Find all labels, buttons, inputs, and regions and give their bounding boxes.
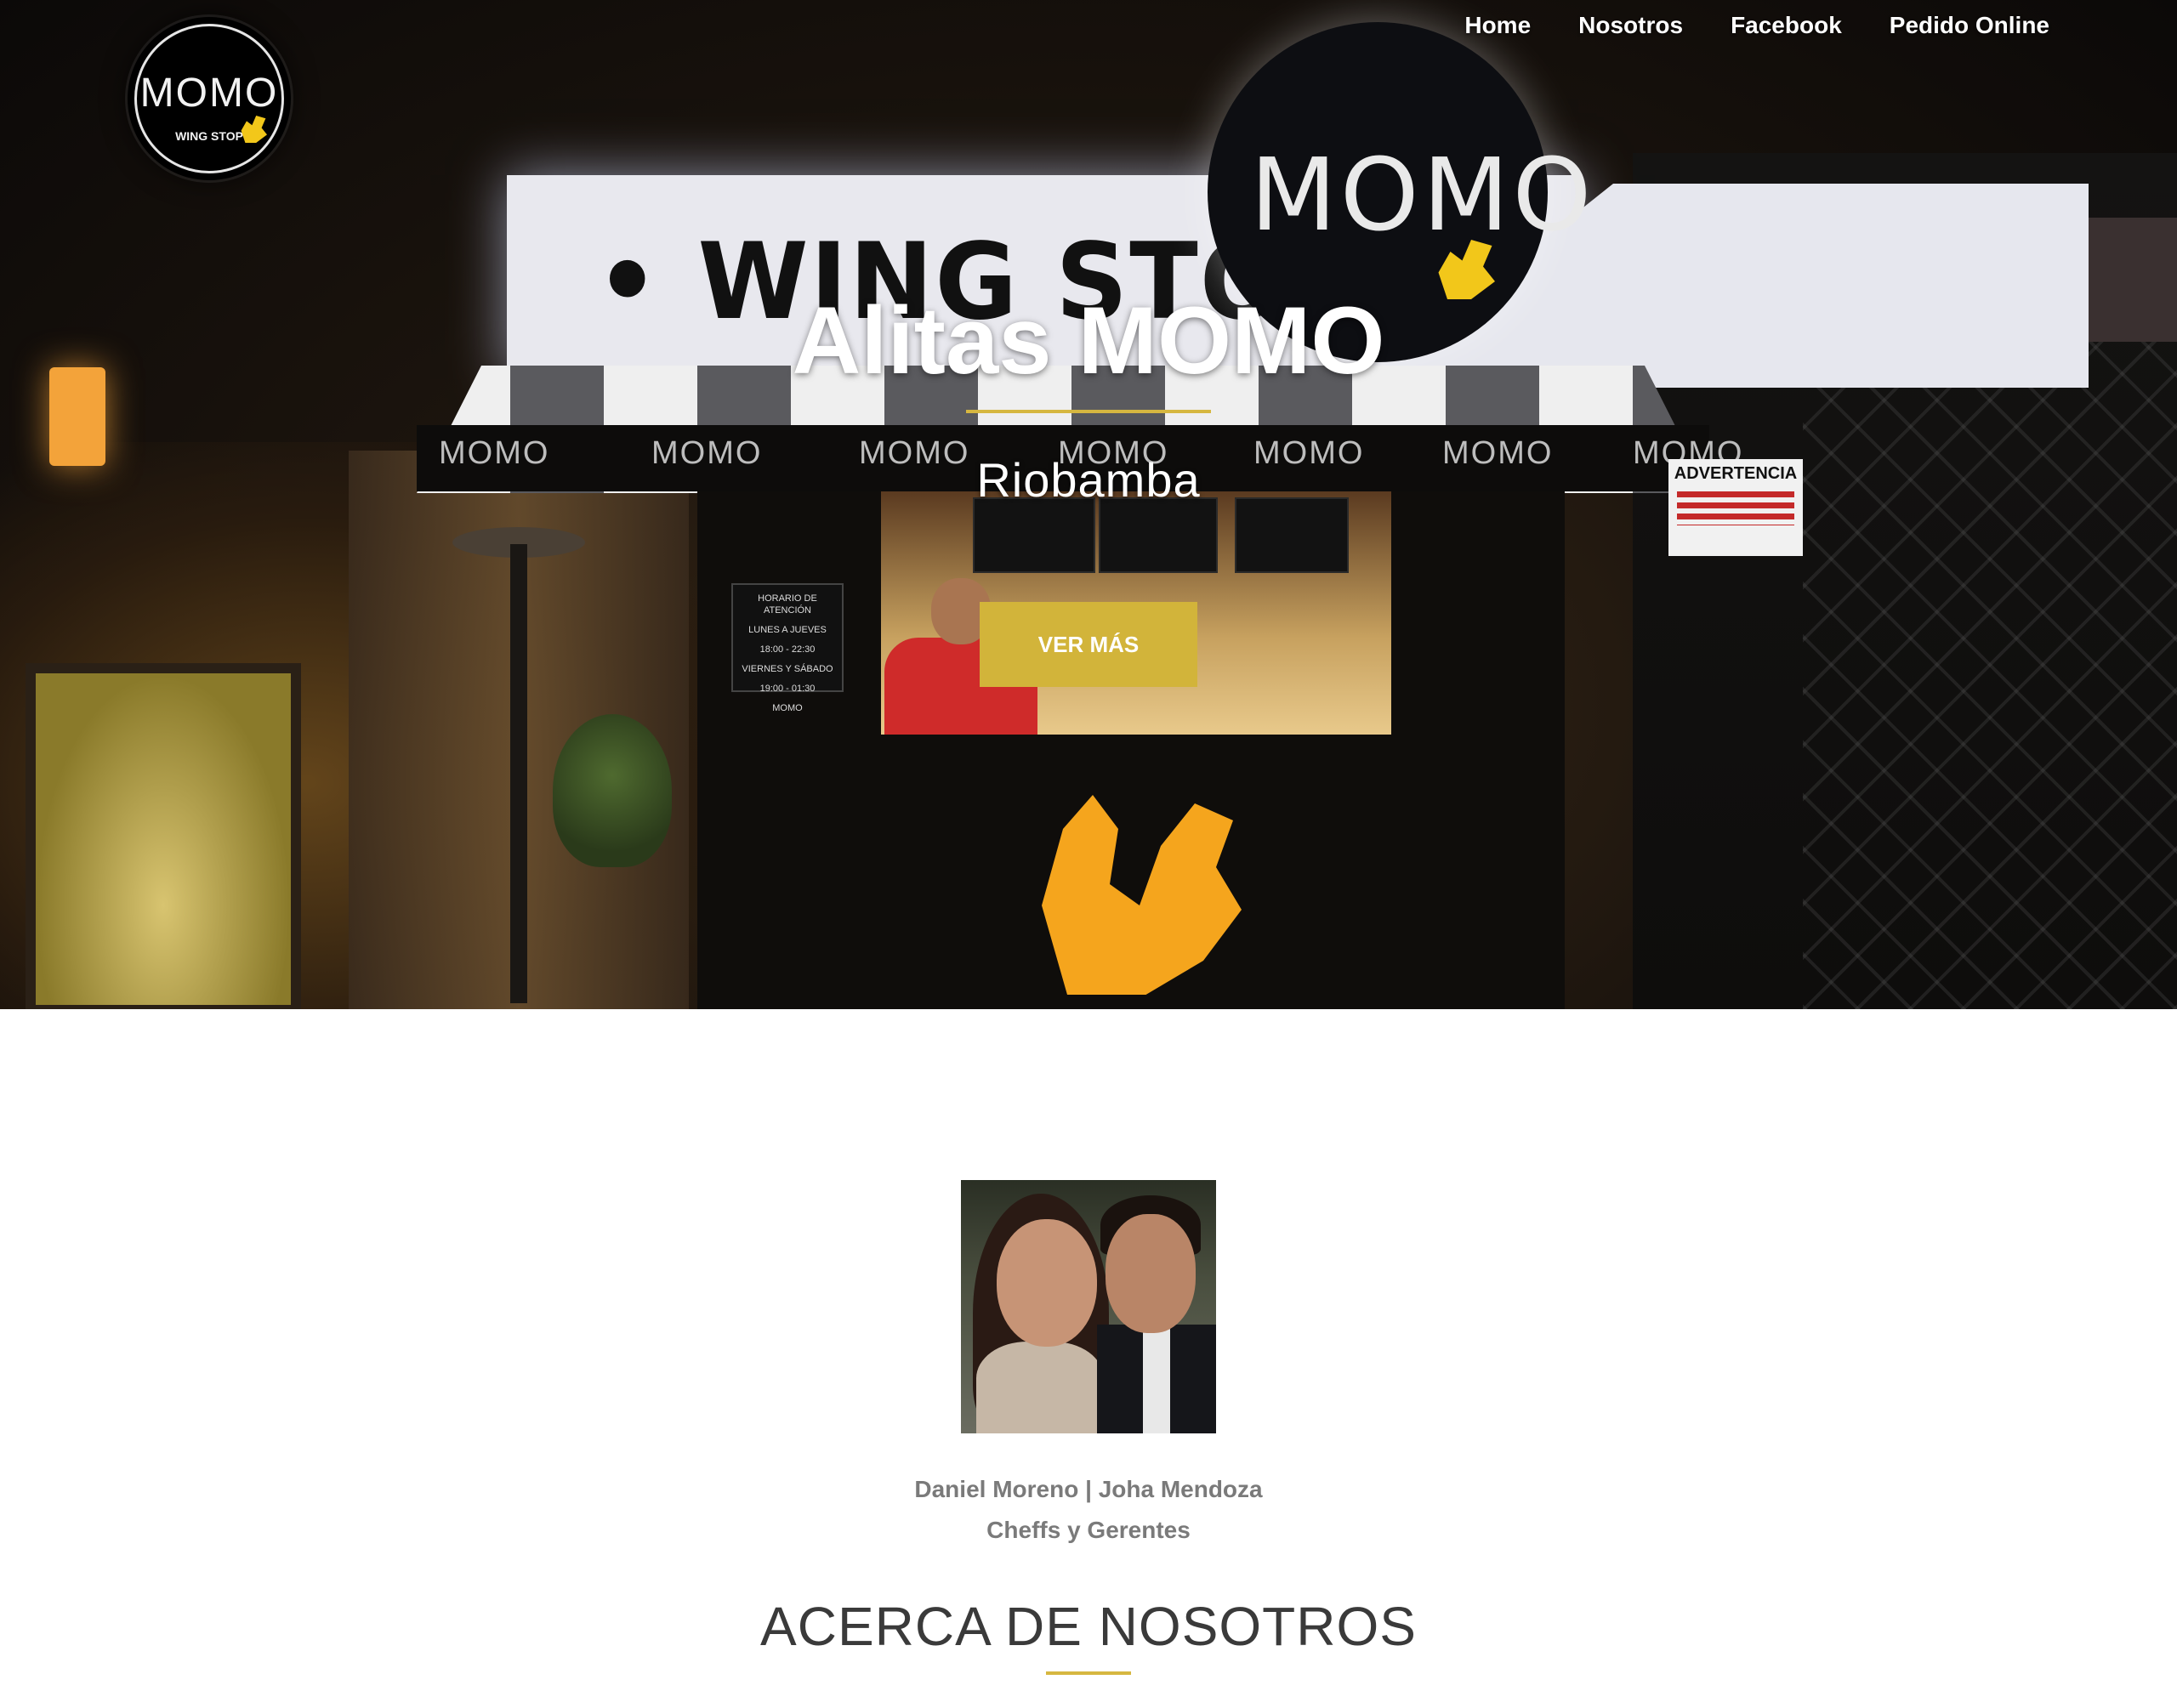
- photo-person-face: [997, 1219, 1097, 1347]
- photo-person-face: [1106, 1214, 1196, 1333]
- photo-person-dress: [976, 1342, 1104, 1433]
- ver-mas-button[interactable]: VER MÁS: [980, 602, 1197, 687]
- hours-line: LUNES A JUEVES: [748, 625, 827, 635]
- hours-line: 18:00 - 22:30: [759, 644, 816, 655]
- menu-board: [1099, 497, 1218, 573]
- main-nav: Home Nosotros Facebook Pedido Online: [1464, 12, 2049, 39]
- hero-subtitle: Riobamba: [976, 453, 1201, 507]
- metal-gate: [1803, 306, 2177, 1009]
- photo-person-shirt: [1143, 1325, 1170, 1433]
- nav-item-home[interactable]: Home: [1464, 12, 1531, 39]
- menu-board: [973, 497, 1095, 573]
- site-logo[interactable]: MOMO WING STOP: [128, 17, 291, 180]
- logo-tagline: WING STOP: [175, 129, 243, 143]
- hours-line: HORARIO DE ATENCIÓN: [758, 593, 817, 616]
- hours-line: VIERNES Y SÁBADO: [742, 664, 833, 674]
- hours-line: MOMO: [772, 703, 803, 713]
- patio-heater: [510, 544, 527, 1003]
- hero-section: • WING STOP • MOMO MOMO MOMO MOMO MOMO M…: [0, 0, 2177, 1009]
- nav-item-facebook[interactable]: Facebook: [1731, 12, 1842, 39]
- momo-circle-sign-text: MOMO: [1250, 136, 1595, 253]
- hero-divider: [966, 410, 1211, 413]
- nav-item-nosotros[interactable]: Nosotros: [1578, 12, 1683, 39]
- potted-plant: [553, 714, 672, 867]
- about-section-title: ACERCA DE NOSOTROS: [760, 1596, 1417, 1657]
- about-divider: [1046, 1671, 1131, 1675]
- opening-hours-card: HORARIO DE ATENCIÓN LUNES A JUEVES 18:00…: [731, 583, 844, 713]
- hours-line: 19:00 - 01:30: [759, 684, 816, 694]
- team-role: Cheffs y Gerentes: [986, 1517, 1191, 1543]
- logo-brand-text: MOMO: [139, 71, 279, 116]
- chalkboard-menu: [26, 663, 301, 1009]
- menu-board: [1235, 497, 1349, 573]
- nav-item-pedido-online[interactable]: Pedido Online: [1890, 12, 2049, 39]
- hero-title: Alitas MOMO: [792, 287, 1385, 394]
- team-names: Daniel Moreno | Joha Mendoza: [914, 1476, 1263, 1502]
- team-photo: [961, 1180, 1216, 1433]
